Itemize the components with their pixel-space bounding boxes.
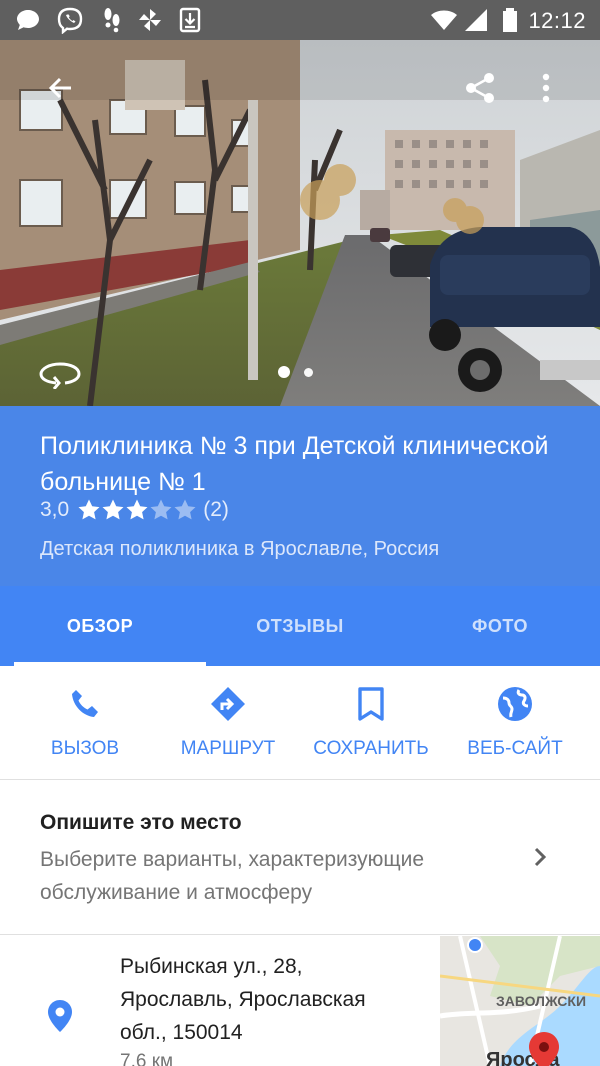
describe-place-card[interactable]: Опишите это место Выберите варианты, хар…: [0, 781, 600, 935]
describe-title: Опишите это место: [40, 811, 242, 834]
address-line-city: Ярославль, Ярославская: [120, 988, 366, 1011]
place-title: Поликлиника № 3 при Детской клинической …: [40, 432, 549, 496]
star-filled-icon: [102, 499, 124, 520]
more-vert-icon: [542, 73, 550, 103]
my-location-dot: [467, 937, 483, 953]
pinwheel-icon: [139, 9, 161, 31]
pager-dot: [304, 367, 313, 377]
share-icon: [466, 73, 494, 103]
star-filled-icon: [126, 499, 148, 520]
action-bar: ВЫЗОВ МАРШРУТ СОХРАНИТЬ ВЕБ-САЙТ: [0, 666, 600, 780]
star-empty-icon: [174, 499, 196, 520]
rating-value: 3,0: [40, 498, 70, 521]
globe-icon: [498, 687, 532, 721]
map-label-district: ЗАВОЛЖСКИ: [496, 993, 586, 1009]
address-text: Рыбинская ул., 28, Ярославль, Ярославска…: [120, 950, 420, 1049]
bookmark-icon: [358, 687, 384, 721]
describe-subtitle: Выберите варианты, характеризующие обслу…: [40, 848, 425, 904]
pager-dot-active: [278, 366, 290, 378]
battery-icon: [503, 8, 517, 32]
status-bar: 12:12: [0, 0, 600, 40]
tab-photos[interactable]: ФОТО: [400, 586, 600, 666]
viber-icon: [57, 7, 83, 34]
signal-icon: [465, 9, 487, 31]
photo-pager: [278, 366, 313, 378]
website-label: ВЕБ-САЙТ: [467, 738, 563, 759]
star-empty-icon: [150, 499, 172, 520]
place-header: Поликлиника № 3 при Детской клинической …: [0, 406, 600, 586]
rotate-360-icon: [39, 362, 81, 389]
wifi-icon: [431, 10, 457, 30]
back-button[interactable]: [36, 64, 84, 112]
rating-row[interactable]: 3,0 (2): [40, 498, 229, 522]
website-button[interactable]: ВЕБ-САЙТ: [460, 666, 570, 780]
place-category: Детская поликлиника в Ярославле, Россия: [40, 538, 440, 560]
chevron-right-icon: [534, 847, 547, 867]
location-pin-icon: [48, 1000, 72, 1032]
save-label: СОХРАНИТЬ: [313, 738, 429, 759]
tab-bar: ОБЗОР ОТЗЫВЫ ФОТО: [0, 586, 600, 666]
street-view-image: [0, 40, 600, 406]
street-view-360-button[interactable]: [36, 350, 84, 398]
address-row[interactable]: Рыбинская ул., 28, Ярославль, Ярославска…: [0, 936, 600, 1066]
directions-button[interactable]: МАРШРУТ: [170, 666, 286, 780]
place-photo[interactable]: [0, 40, 600, 406]
directions-label: МАРШРУТ: [180, 738, 276, 759]
clock: 12:12: [528, 8, 586, 33]
map-thumbnail[interactable]: ЗАВОЛЖСКИ Яросла: [440, 936, 600, 1066]
tab-overview[interactable]: ОБЗОР: [0, 586, 206, 666]
directions-icon: [211, 687, 245, 721]
share-button[interactable]: [456, 64, 504, 112]
address-line-region: обл., 150014: [120, 1021, 243, 1044]
save-button[interactable]: СОХРАНИТЬ: [306, 666, 436, 780]
phone-icon: [72, 690, 98, 717]
call-button[interactable]: ВЫЗОВ: [38, 666, 132, 780]
tab-reviews[interactable]: ОТЗЫВЫ: [200, 586, 400, 666]
arrow-back-icon: [48, 77, 71, 99]
message-icon: [17, 10, 39, 30]
address-line-street: Рыбинская ул., 28,: [120, 955, 303, 978]
star-filled-icon: [78, 499, 100, 520]
more-options-button[interactable]: [522, 64, 570, 112]
distance: 7,6 км: [120, 1051, 174, 1066]
rating-stars: [77, 498, 197, 522]
footsteps-icon: [104, 8, 120, 33]
call-label: ВЫЗОВ: [50, 738, 120, 759]
download-icon: [179, 7, 201, 33]
reviews-count: (2): [203, 498, 229, 521]
